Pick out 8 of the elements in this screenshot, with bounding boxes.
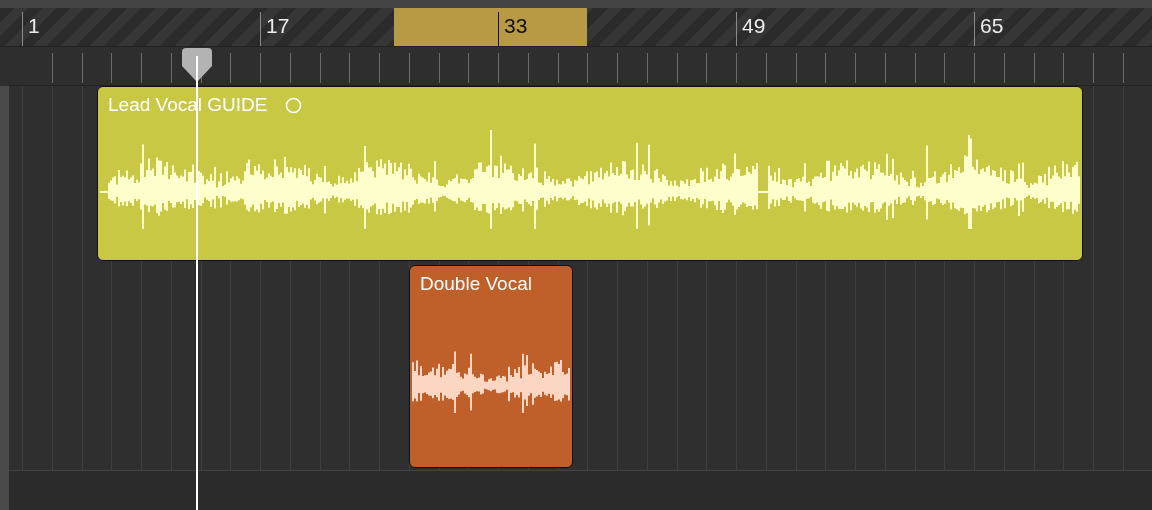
bar-number: 17 xyxy=(266,14,290,38)
bar-number: 33 xyxy=(504,14,528,38)
region-name: Double Vocal xyxy=(420,272,532,296)
cycle-region[interactable] xyxy=(394,8,587,46)
bar-number: 1 xyxy=(28,14,40,38)
bar-number: 65 xyxy=(980,14,1004,38)
audio-region[interactable]: Double Vocal xyxy=(409,265,573,468)
bar-number: 49 xyxy=(742,14,766,38)
